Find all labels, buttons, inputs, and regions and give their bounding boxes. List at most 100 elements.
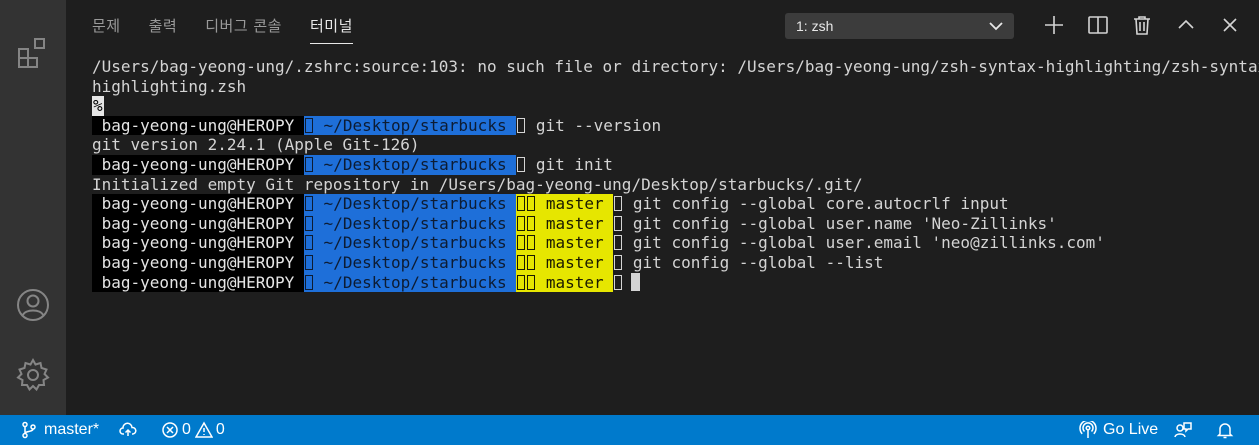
feedback-button[interactable] (1174, 415, 1192, 445)
prompt-git-segment: master (516, 213, 614, 234)
prompt-user-segment: bag-yeong-ung@HEROPY (92, 213, 304, 234)
tab-terminal[interactable]: 터미널 (310, 0, 353, 50)
split-terminal-button[interactable] (1076, 10, 1120, 40)
prompt-user-segment: bag-yeong-ung@HEROPY (92, 154, 304, 175)
powerline-separator-icon (614, 235, 623, 251)
go-live-button[interactable]: Go Live (1079, 415, 1158, 445)
powerline-separator-icon (517, 117, 526, 133)
powerline-separator-icon (304, 215, 313, 231)
prompt-path-segment: ~/Desktop/starbucks (303, 115, 517, 136)
git-branch-icon (527, 235, 536, 251)
prompt-user-segment: bag-yeong-ung@HEROPY (92, 272, 304, 293)
prompt-path-text: ~/Desktop/starbucks (313, 252, 517, 272)
new-terminal-button[interactable] (1032, 10, 1076, 40)
close-icon (1223, 18, 1237, 32)
tab-output[interactable]: 출력 (149, 0, 178, 50)
problems-indicator[interactable]: 0 0 (161, 415, 229, 445)
powerline-separator-icon (614, 215, 623, 231)
powerline-separator-icon (304, 235, 313, 251)
prompt-git-segment: master (516, 194, 614, 214)
prompt-user-segment: bag-yeong-ung@HEROPY (92, 194, 304, 214)
account-icon[interactable] (14, 286, 52, 324)
powerline-separator-icon (304, 156, 313, 172)
status-bar: master* 0 0 Go Live (0, 415, 1259, 445)
sync-button[interactable] (119, 415, 137, 445)
terminal-prompt-line: bag-yeong-ung@HEROPY ~/Desktop/starbucks… (92, 194, 1232, 214)
prompt-command: git config --global --list (623, 252, 884, 272)
split-icon (1088, 16, 1108, 34)
prompt-command: git init (526, 154, 613, 174)
error-count: 0 (182, 421, 191, 438)
powerline-separator-icon (517, 254, 526, 270)
close-panel-button[interactable] (1208, 10, 1252, 40)
prompt-path-text: ~/Desktop/starbucks (313, 154, 517, 174)
terminal-prompt-line: bag-yeong-ung@HEROPY ~/Desktop/starbucks… (92, 154, 1232, 175)
go-live-label: Go Live (1103, 421, 1159, 438)
prompt-command: git config --global user.email 'neo@zill… (623, 233, 1105, 253)
powerline-separator-icon (614, 254, 623, 270)
terminal-lines: bag-yeong-ung@HEROPY ~/Desktop/starbucks… (92, 115, 1232, 293)
trash-icon (1134, 16, 1150, 35)
panel-tabs: 문제 출력 디버그 콘솔 터미널 (92, 0, 381, 50)
maximize-panel-button[interactable] (1164, 10, 1208, 40)
terminal-selector[interactable]: 1: zsh (785, 13, 1014, 39)
terminal-prompt-line: bag-yeong-ung@HEROPY ~/Desktop/starbucks… (92, 115, 1232, 136)
prompt-percent: % (92, 96, 104, 116)
prompt-path-segment: ~/Desktop/starbucks (303, 213, 517, 234)
prompt-git-segment: master (516, 233, 614, 253)
terminal-selector-value: 1: zsh (796, 18, 834, 34)
prompt-git-segment: master (516, 252, 614, 273)
terminal-prompt-line: bag-yeong-ung@HEROPY ~/Desktop/starbucks… (92, 213, 1232, 234)
warning-count: 0 (215, 421, 225, 438)
prompt-branch-text: master (536, 213, 614, 233)
prompt-command: git config --global core.autocrlf input (623, 194, 1009, 214)
prompt-path-text: ~/Desktop/starbucks (313, 115, 517, 135)
warning-icon (194, 421, 213, 438)
git-branch-label: master* (44, 421, 100, 438)
extensions-icon[interactable] (14, 34, 52, 72)
terminal-error-line: /Users/bag-yeong-ung/.zshrc:source:103: … (92, 57, 1259, 76)
git-branch-icon (527, 215, 536, 231)
notifications-button[interactable] (1216, 415, 1234, 445)
powerline-separator-icon (517, 235, 526, 251)
terminal-output[interactable]: /Users/bag-yeong-ung/.zshrc:source:103: … (92, 57, 1259, 293)
tab-debug-console[interactable]: 디버그 콘솔 (205, 0, 282, 50)
terminal-output-line: Initialized empty Git repository in /Use… (92, 174, 863, 194)
tab-problems[interactable]: 문제 (92, 0, 121, 50)
prompt-path-segment: ~/Desktop/starbucks (303, 154, 517, 175)
terminal-panel: 문제 출력 디버그 콘솔 터미널 1: zsh /Users/bag-yeong… (66, 0, 1259, 415)
terminal-prompt-line: bag-yeong-ung@HEROPY ~/Desktop/starbucks… (92, 233, 1232, 253)
prompt-command: git --version (526, 115, 662, 135)
prompt-branch-text: master (536, 272, 614, 292)
prompt-path-segment: ~/Desktop/starbucks (303, 194, 517, 214)
powerline-separator-icon (304, 117, 313, 133)
powerline-separator-icon (614, 196, 623, 212)
prompt-path-segment: ~/Desktop/starbucks (303, 252, 517, 273)
prompt-path-text: ~/Desktop/starbucks (313, 272, 517, 292)
prompt-path-text: ~/Desktop/starbucks (313, 213, 517, 233)
terminal-cursor (631, 272, 641, 291)
prompt-user-segment: bag-yeong-ung@HEROPY (92, 252, 304, 273)
powerline-separator-icon (517, 274, 526, 290)
powerline-separator-icon (517, 215, 526, 231)
plus-icon (1045, 16, 1063, 34)
prompt-path-segment: ~/Desktop/starbucks (303, 233, 517, 253)
git-branch-icon (527, 274, 536, 290)
bell-icon (1216, 423, 1234, 439)
prompt-branch-text: master (536, 252, 614, 272)
broadcast-icon (1079, 421, 1097, 438)
powerline-separator-icon (614, 274, 623, 290)
gear-icon[interactable] (14, 356, 52, 394)
prompt-path-segment: ~/Desktop/starbucks (303, 272, 517, 293)
git-branch-indicator[interactable]: master* (20, 415, 99, 445)
chevron-down-icon (989, 22, 1003, 31)
kill-terminal-button[interactable] (1120, 10, 1164, 40)
chevron-up-icon (1178, 19, 1194, 29)
prompt-user-segment: bag-yeong-ung@HEROPY (92, 233, 304, 253)
prompt-command: git config --global user.name 'Neo-Zilli… (623, 213, 1057, 233)
prompt-branch-text: master (536, 194, 614, 214)
terminal-prompt-line: bag-yeong-ung@HEROPY ~/Desktop/starbucks… (92, 252, 1232, 273)
prompt-path-text: ~/Desktop/starbucks (313, 194, 517, 214)
terminal-error-line: highlighting.zsh (92, 76, 247, 96)
prompt-path-text: ~/Desktop/starbucks (313, 233, 517, 253)
